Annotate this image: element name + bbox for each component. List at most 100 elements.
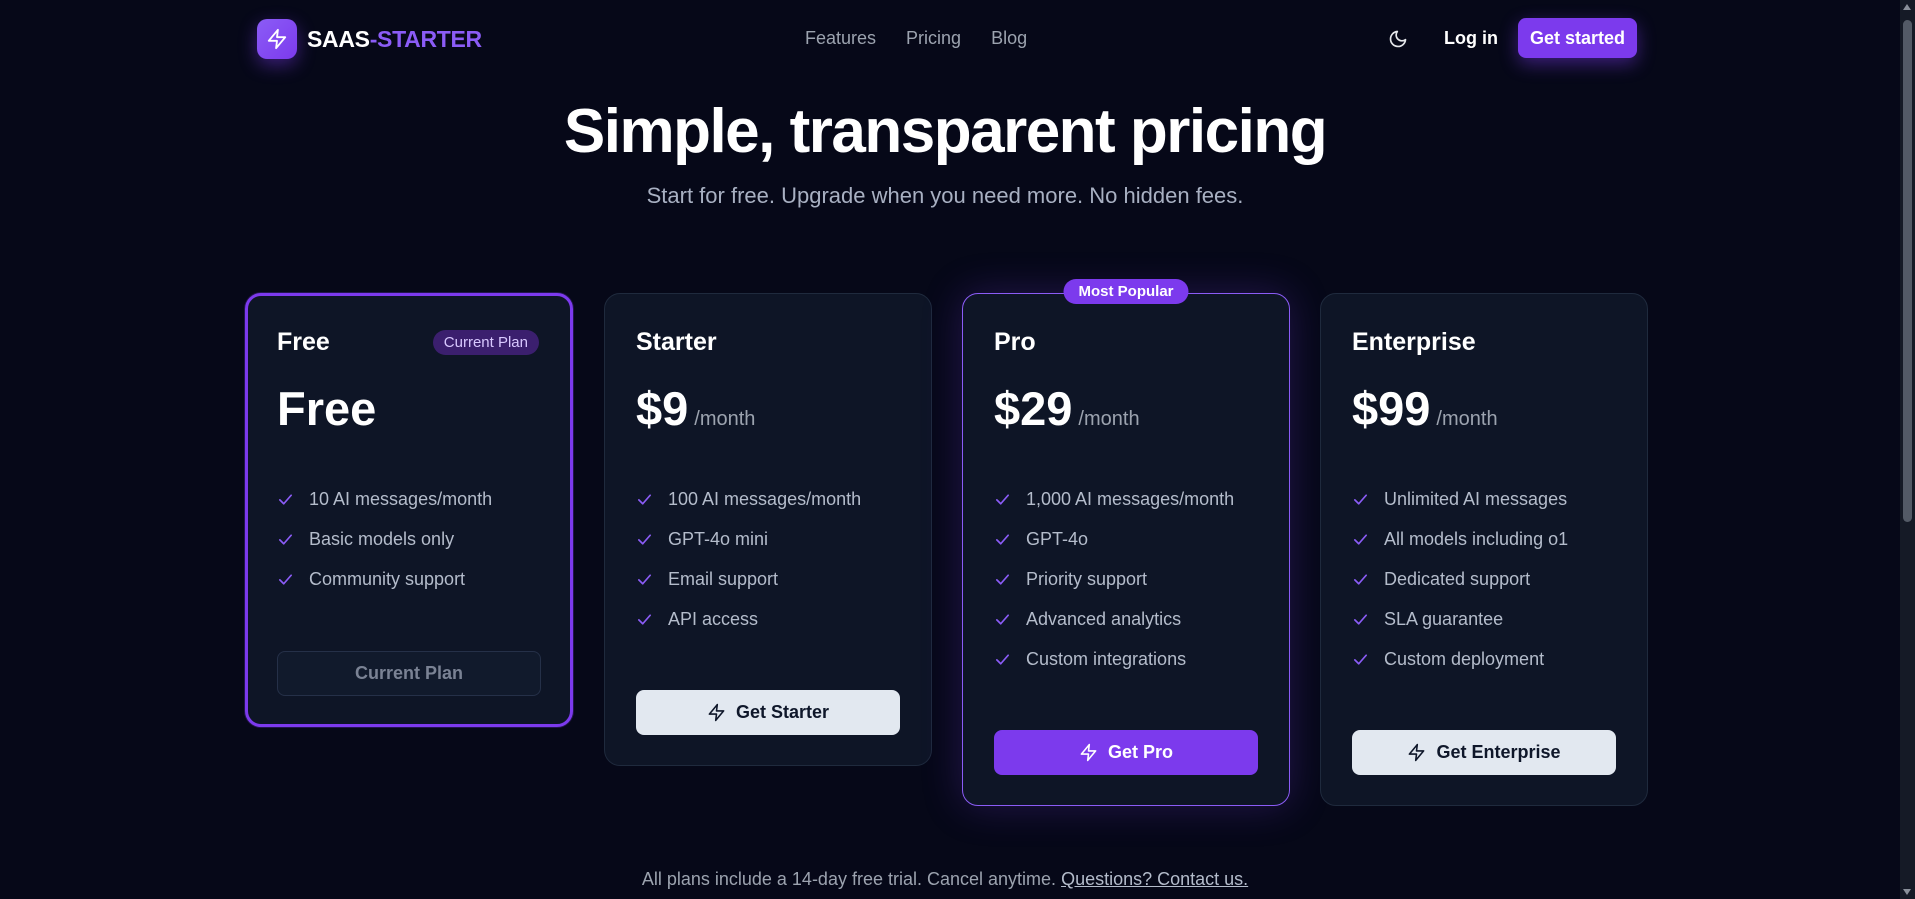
plan-features: 10 AI messages/month Basic models only C… [277, 479, 541, 599]
plan-price-row: $29 /month [994, 385, 1258, 433]
feature-item: GPT-4o [994, 519, 1258, 559]
get-started-button[interactable]: Get started [1518, 18, 1637, 58]
plan-price: $99 [1352, 382, 1431, 435]
feature-label: 100 AI messages/month [668, 488, 862, 509]
page-scrollbar[interactable] [1900, 0, 1915, 899]
get-starter-button[interactable]: Get Starter [636, 690, 900, 735]
bolt-icon [257, 19, 297, 59]
bolt-icon [708, 703, 725, 722]
check-icon [1353, 573, 1368, 585]
button-label: Get Pro [1107, 742, 1173, 762]
feature-item: Priority support [994, 559, 1258, 599]
feature-label: 1,000 AI messages/month [1026, 488, 1235, 509]
plan-name: Starter [636, 328, 717, 356]
check-icon [995, 493, 1010, 505]
feature-item: 10 AI messages/month [277, 479, 541, 519]
plan-price: Free [277, 382, 377, 435]
button-label: Current Plan [354, 663, 464, 683]
current-plan-button[interactable]: Current Plan [277, 651, 541, 696]
check-icon [637, 533, 652, 545]
check-icon [995, 533, 1010, 545]
plan-price: $29 [994, 382, 1073, 435]
footer-note: All plans include a 14-day free trial. C… [0, 869, 1890, 890]
plan-card-free: Free Current Plan Free 10 AI messages/mo… [245, 293, 573, 727]
feature-item: Dedicated support [1352, 559, 1616, 599]
feature-label: Basic models only [309, 528, 455, 549]
feature-item: All models including o1 [1352, 519, 1616, 559]
check-icon [278, 493, 293, 505]
feature-label: Advanced analytics [1026, 608, 1182, 629]
feature-item: API access [636, 599, 900, 639]
plan-price-row: Free [277, 385, 541, 433]
check-icon [1353, 653, 1368, 665]
check-icon [1353, 613, 1368, 625]
feature-label: 10 AI messages/month [309, 488, 493, 509]
check-icon [995, 613, 1010, 625]
plan-card-starter: Starter $9 /month 100 AI messages/month … [604, 293, 932, 766]
get-pro-button[interactable]: Get Pro [994, 730, 1258, 775]
feature-item: SLA guarantee [1352, 599, 1616, 639]
check-icon [637, 493, 652, 505]
scrollbar-thumb[interactable] [1903, 20, 1912, 522]
feature-item: Community support [277, 559, 541, 599]
page-subtitle: Start for free. Upgrade when you need mo… [646, 183, 1244, 208]
brand-name-part2: -STARTER [369, 25, 482, 52]
plan-period: /month [1078, 408, 1140, 430]
contact-link[interactable]: Questions? Contact us. [1061, 869, 1248, 889]
plan-period: /month [694, 408, 756, 430]
bolt-icon [1409, 743, 1425, 762]
button-label: Get Enterprise [1436, 742, 1561, 762]
check-icon [278, 533, 293, 545]
plan-features: Unlimited AI messages All models includi… [1352, 479, 1616, 679]
most-popular-badge: Most Popular [1063, 279, 1189, 304]
feature-item: 1,000 AI messages/month [994, 479, 1258, 519]
current-plan-badge: Current Plan [432, 330, 539, 355]
feature-label: API access [668, 608, 759, 629]
get-enterprise-button[interactable]: Get Enterprise [1352, 730, 1616, 775]
check-icon [1353, 493, 1368, 505]
plan-card-enterprise: Enterprise $99 /month Unlimited AI messa… [1320, 293, 1648, 806]
nav-link-pricing[interactable]: Pricing [906, 28, 961, 49]
brand-logo[interactable]: SAAS-STARTER [257, 19, 482, 59]
feature-label: Custom deployment [1384, 648, 1545, 669]
feature-item: 100 AI messages/month [636, 479, 900, 519]
feature-item: Basic models only [277, 519, 541, 559]
feature-item: Custom deployment [1352, 639, 1616, 679]
check-icon [278, 573, 293, 585]
feature-label: Unlimited AI messages [1384, 488, 1568, 509]
page-title: Simple, transparent pricing [563, 97, 1328, 166]
footer-note-text: All plans include a 14-day free trial. C… [641, 869, 1057, 889]
brand-name-part1: SAAS [307, 25, 370, 52]
plan-name: Enterprise [1352, 328, 1476, 356]
feature-label: Community support [309, 568, 466, 589]
feature-label: SLA guarantee [1384, 608, 1504, 629]
pricing-page: SAAS-STARTER Features Pricing Blog Log i… [0, 0, 1915, 899]
feature-label: Email support [668, 568, 779, 589]
moon-icon[interactable] [1385, 26, 1411, 52]
top-navbar: SAAS-STARTER Features Pricing Blog Log i… [0, 0, 1900, 78]
plan-price: $9 [636, 382, 689, 435]
feature-label: Custom integrations [1026, 648, 1187, 669]
plan-period: /month [1436, 408, 1498, 430]
feature-item: Unlimited AI messages [1352, 479, 1616, 519]
nav-link-features[interactable]: Features [805, 28, 876, 49]
scroll-down-icon[interactable] [1903, 889, 1911, 895]
plan-features: 1,000 AI messages/month GPT-4o Priority … [994, 479, 1258, 679]
plan-price-row: $9 /month [636, 385, 900, 433]
feature-label: GPT-4o mini [668, 528, 769, 549]
brand-name: SAAS-STARTER [307, 26, 482, 53]
feature-item: Email support [636, 559, 900, 599]
login-link[interactable]: Log in [1444, 28, 1498, 49]
plan-price-row: $99 /month [1352, 385, 1616, 433]
feature-item: Custom integrations [994, 639, 1258, 679]
feature-item: Advanced analytics [994, 599, 1258, 639]
check-icon [995, 573, 1010, 585]
plan-features: 100 AI messages/month GPT-4o mini Email … [636, 479, 900, 639]
feature-label: Dedicated support [1384, 568, 1531, 589]
feature-label: GPT-4o [1026, 528, 1089, 549]
nav-link-blog[interactable]: Blog [991, 28, 1027, 49]
check-icon [995, 653, 1010, 665]
button-label: Get Starter [735, 702, 830, 722]
scroll-up-icon[interactable] [1903, 4, 1911, 10]
feature-label: Priority support [1026, 568, 1148, 589]
